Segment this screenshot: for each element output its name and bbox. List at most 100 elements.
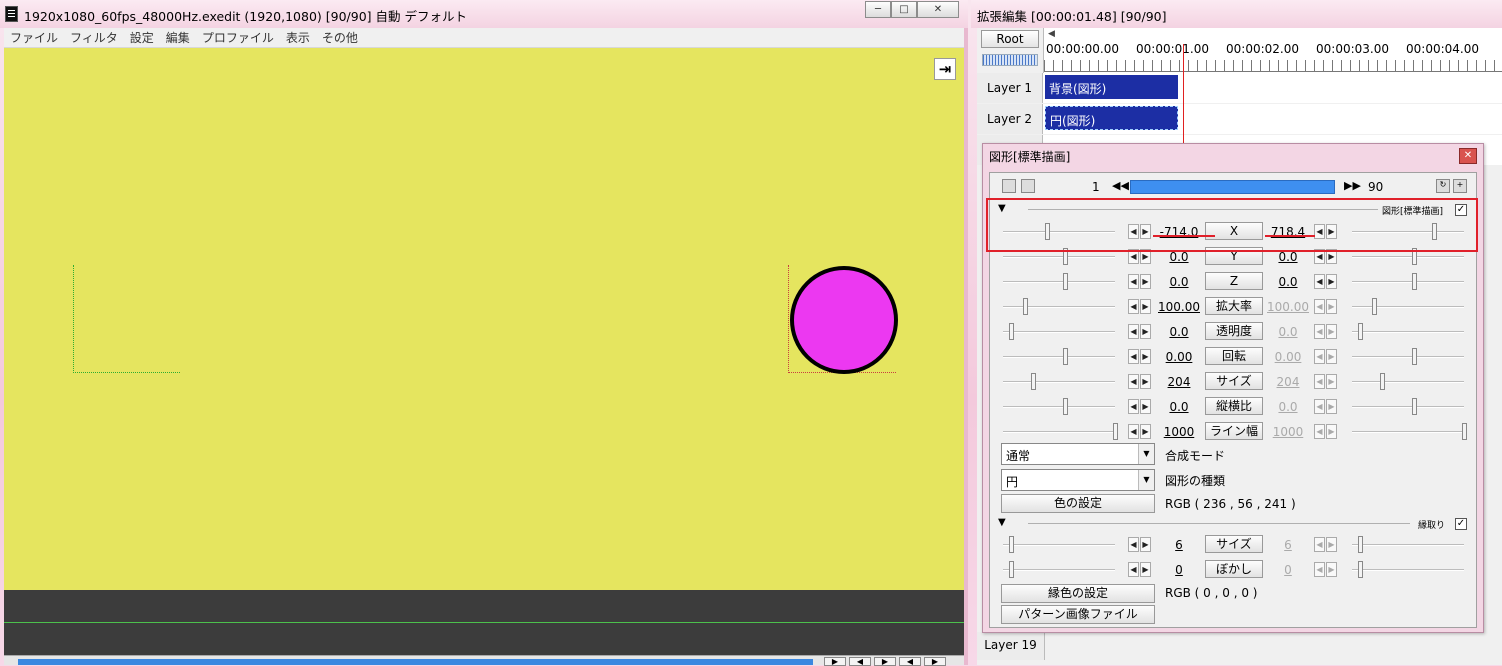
slider-thumb[interactable]	[1063, 348, 1068, 365]
right-slider[interactable]	[1352, 248, 1464, 265]
start-value[interactable]: 0.00	[1156, 350, 1202, 364]
increment-icon[interactable]: ▶	[1140, 274, 1151, 289]
start-value[interactable]: 0.0	[1156, 325, 1202, 339]
increment-icon[interactable]: ▶	[1140, 324, 1151, 339]
end-value[interactable]: 204	[1265, 375, 1311, 389]
start-value[interactable]: 204	[1156, 375, 1202, 389]
preview-canvas[interactable]: ⇥	[4, 48, 964, 590]
film-frame-icon[interactable]	[1002, 179, 1016, 193]
close-button[interactable]: ✕	[917, 1, 959, 18]
increment-icon[interactable]: ▶	[1326, 274, 1337, 289]
blend-mode-select[interactable]: 通常 ▼	[1001, 443, 1155, 465]
left-slider[interactable]	[1003, 561, 1115, 578]
end-value[interactable]: 1000	[1265, 425, 1311, 439]
end-value[interactable]: 6	[1265, 538, 1311, 552]
increment-icon[interactable]: ▶	[1326, 349, 1337, 364]
increment-icon[interactable]: ▶	[1326, 374, 1337, 389]
layer-track[interactable]: 背景(図形)	[1043, 73, 1502, 103]
menu-profile[interactable]: プロファイル	[196, 29, 280, 46]
decrement-icon[interactable]: ◀	[1128, 399, 1139, 414]
add-effect-icon[interactable]: +	[1453, 179, 1467, 193]
end-value[interactable]: 0.0	[1265, 400, 1311, 414]
camera-icon[interactable]	[1021, 179, 1035, 193]
end-value[interactable]: 0.00	[1265, 350, 1311, 364]
slider-thumb[interactable]	[1358, 536, 1363, 553]
decrement-icon[interactable]: ◀	[1314, 537, 1325, 552]
decrement-icon[interactable]: ◀	[1128, 424, 1139, 439]
parameter-button[interactable]: 回転	[1205, 347, 1263, 365]
decrement-icon[interactable]: ◀	[1128, 324, 1139, 339]
right-slider[interactable]	[1352, 323, 1464, 340]
right-slider[interactable]	[1352, 298, 1464, 315]
end-value[interactable]: 0.0	[1265, 275, 1311, 289]
menu-file[interactable]: ファイル	[4, 29, 64, 46]
seek-bar[interactable]: ▶ ◀ ▶ ◀ ▶	[4, 655, 964, 666]
menu-edit[interactable]: 編集	[160, 29, 196, 46]
right-slider[interactable]	[1352, 398, 1464, 415]
menu-other[interactable]: その他	[316, 29, 364, 46]
start-value[interactable]: 1000	[1156, 425, 1202, 439]
arrow-to-line-icon[interactable]: ⇥	[934, 58, 956, 80]
decrement-icon[interactable]: ◀	[1314, 562, 1325, 577]
timeline-clip-selected[interactable]: 円(図形)	[1045, 106, 1178, 130]
increment-icon[interactable]: ▶	[1326, 562, 1337, 577]
fast-forward-icon[interactable]: ▶▶	[1344, 179, 1361, 192]
slider-thumb[interactable]	[1358, 323, 1363, 340]
decrement-icon[interactable]: ◀	[1314, 424, 1325, 439]
increment-icon[interactable]: ▶	[1140, 374, 1151, 389]
layer-name[interactable]: Layer 2	[977, 104, 1043, 134]
menu-view[interactable]: 表示	[280, 29, 316, 46]
end-value[interactable]: 0.0	[1265, 250, 1311, 264]
border-color-button[interactable]: 縁色の設定	[1001, 584, 1155, 603]
decrement-icon[interactable]: ◀	[1128, 274, 1139, 289]
layer-name[interactable]: Layer 19	[977, 632, 1045, 660]
right-slider[interactable]	[1352, 273, 1464, 290]
layer-track[interactable]: 円(図形)	[1043, 104, 1502, 134]
sync-icon[interactable]: ↻	[1436, 179, 1450, 193]
parameter-button[interactable]: 縦横比	[1205, 397, 1263, 415]
minimize-button[interactable]: ─	[865, 1, 891, 18]
dialog-close-button[interactable]: ✕	[1459, 148, 1477, 164]
left-slider[interactable]	[1003, 323, 1115, 340]
increment-icon[interactable]: ▶	[1140, 299, 1151, 314]
scroll-left-icon[interactable]: ◀	[1048, 29, 1055, 39]
root-button[interactable]: Root	[981, 30, 1039, 48]
parameter-button[interactable]: 透明度	[1205, 322, 1263, 340]
increment-icon[interactable]: ▶	[1326, 424, 1337, 439]
slider-thumb[interactable]	[1009, 323, 1014, 340]
slider-thumb[interactable]	[1063, 273, 1068, 290]
slider-thumb[interactable]	[1113, 423, 1118, 440]
decrement-icon[interactable]: ◀	[1128, 349, 1139, 364]
decrement-icon[interactable]: ◀	[1128, 299, 1139, 314]
start-value[interactable]: 100.00	[1156, 300, 1202, 314]
border-enable-checkbox[interactable]: ✓	[1455, 518, 1467, 530]
increment-icon[interactable]: ▶	[1326, 299, 1337, 314]
left-slider[interactable]	[1003, 373, 1115, 390]
decrement-icon[interactable]: ◀	[1314, 349, 1325, 364]
slider-thumb[interactable]	[1412, 398, 1417, 415]
start-value[interactable]: 0.0	[1156, 275, 1202, 289]
right-slider[interactable]	[1352, 373, 1464, 390]
increment-icon[interactable]: ▶	[1140, 424, 1151, 439]
increment-icon[interactable]: ▶	[1326, 324, 1337, 339]
layer-name[interactable]: Layer 1	[977, 73, 1043, 103]
circle-shape[interactable]	[790, 266, 898, 374]
parameter-button[interactable]: ぼかし	[1205, 560, 1263, 578]
slider-thumb[interactable]	[1372, 298, 1377, 315]
menu-filter[interactable]: フィルタ	[64, 29, 124, 46]
slider-thumb[interactable]	[1380, 373, 1385, 390]
increment-icon[interactable]: ▶	[1140, 562, 1151, 577]
shape-type-select[interactable]: 円 ▼	[1001, 469, 1155, 491]
slider-thumb[interactable]	[1009, 536, 1014, 553]
end-value[interactable]: 100.00	[1265, 300, 1311, 314]
increment-icon[interactable]: ▶	[1326, 537, 1337, 552]
timeline-clip[interactable]: 背景(図形)	[1045, 75, 1178, 99]
slider-thumb[interactable]	[1023, 298, 1028, 315]
parameter-button[interactable]: Z	[1205, 272, 1263, 290]
right-slider[interactable]	[1352, 536, 1464, 553]
left-slider[interactable]	[1003, 298, 1115, 315]
frame-range-bar[interactable]	[1130, 180, 1335, 194]
slider-thumb[interactable]	[1063, 398, 1068, 415]
parameter-button[interactable]: サイズ	[1205, 535, 1263, 553]
right-slider[interactable]	[1352, 423, 1467, 440]
